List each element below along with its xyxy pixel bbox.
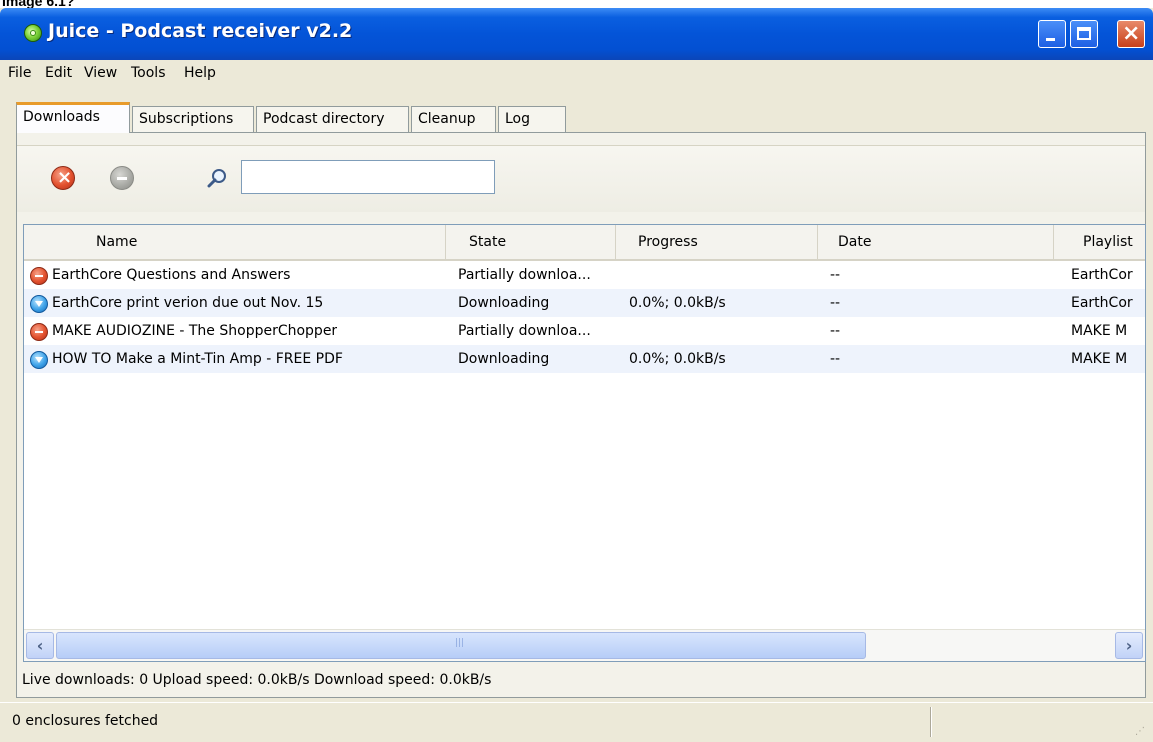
table-row[interactable]: HOW TO Make a Mint-Tin Amp - FREE PDF Do…	[24, 345, 1145, 373]
image-caption: Image 6.1?	[0, 0, 1153, 8]
horizontal-scrollbar[interactable]: ‹ ›	[24, 629, 1145, 661]
chevron-right-icon: ›	[1125, 636, 1133, 655]
menu-bar: File Edit View Tools Help	[0, 60, 1153, 88]
row-name: MAKE AUDIOZINE - The ShopperChopper	[52, 323, 338, 339]
menu-tools[interactable]: Tools	[131, 65, 166, 81]
row-playlist: EarthCor	[1071, 295, 1133, 311]
status-bar: 0 enclosures fetched ⋰	[0, 702, 1153, 742]
status-bar-text: 0 enclosures fetched	[12, 713, 159, 729]
scroll-right-button[interactable]: ›	[1115, 632, 1143, 659]
maximize-icon	[1077, 27, 1091, 40]
search-icon	[207, 169, 226, 188]
column-header-date[interactable]: Date	[818, 225, 1054, 259]
close-icon: ×	[1122, 21, 1141, 46]
maximize-button[interactable]	[1070, 20, 1098, 48]
row-playlist: EarthCor	[1071, 267, 1133, 283]
juice-app-icon	[24, 24, 42, 42]
tab-cleanup[interactable]: Cleanup	[411, 106, 496, 132]
table-row[interactable]: EarthCore Questions and Answers Partiall…	[24, 261, 1145, 289]
row-state: Partially downloa...	[458, 267, 591, 283]
scroll-left-button[interactable]: ‹	[26, 632, 54, 659]
transfer-status: Live downloads: 0 Upload speed: 0.0kB/s …	[22, 672, 492, 688]
row-state: Downloading	[458, 295, 550, 311]
downloads-table: Name State Progress Date Playlist EarthC…	[23, 224, 1146, 662]
row-date: --	[830, 323, 841, 339]
column-header-progress[interactable]: Progress	[616, 225, 818, 259]
chevron-left-icon: ‹	[36, 636, 44, 655]
resize-grip-icon[interactable]: ⋰	[1135, 726, 1149, 740]
minimize-button[interactable]	[1038, 20, 1066, 48]
minimize-icon	[1046, 38, 1055, 41]
menu-view[interactable]: View	[84, 65, 117, 81]
row-name: EarthCore Questions and Answers	[52, 267, 291, 283]
row-progress: 0.0%; 0.0kB/s	[629, 351, 726, 367]
tab-subscriptions[interactable]: Subscriptions	[132, 106, 254, 132]
status-bar-divider	[930, 707, 932, 737]
menu-file[interactable]: File	[8, 65, 31, 81]
row-name: HOW TO Make a Mint-Tin Amp - FREE PDF	[52, 351, 343, 367]
stop-icon	[30, 267, 48, 285]
scrollbar-thumb[interactable]	[56, 632, 866, 659]
column-header-state[interactable]: State	[446, 225, 616, 259]
row-playlist: MAKE M	[1071, 323, 1128, 339]
row-playlist: MAKE M	[1071, 351, 1128, 367]
row-state: Partially downloa...	[458, 323, 591, 339]
stop-icon	[30, 323, 48, 341]
table-row[interactable]: MAKE AUDIOZINE - The ShopperChopper Part…	[24, 317, 1145, 345]
panel-toolbar	[17, 145, 1145, 212]
row-state: Downloading	[458, 351, 550, 367]
download-icon	[30, 295, 48, 313]
download-icon	[30, 351, 48, 369]
tab-podcast-directory[interactable]: Podcast directory	[256, 106, 409, 132]
remove-download-button[interactable]	[110, 166, 134, 190]
row-name: EarthCore print verion due out Nov. 15	[52, 295, 324, 311]
row-date: --	[830, 267, 841, 283]
row-date: --	[830, 295, 841, 311]
menu-help[interactable]: Help	[184, 65, 216, 81]
table-row[interactable]: EarthCore print verion due out Nov. 15 D…	[24, 289, 1145, 317]
title-bar[interactable]: Juice - Podcast receiver v2.2 ×	[0, 8, 1153, 60]
cancel-download-button[interactable]	[51, 166, 75, 190]
tab-downloads[interactable]: Downloads	[16, 102, 130, 133]
table-header: Name State Progress Date Playlist	[24, 225, 1145, 261]
search-input[interactable]	[241, 160, 495, 194]
window-title: Juice - Podcast receiver v2.2	[48, 20, 353, 42]
row-progress: 0.0%; 0.0kB/s	[629, 295, 726, 311]
tab-log[interactable]: Log	[498, 106, 566, 132]
column-header-name[interactable]: Name	[24, 225, 446, 259]
row-date: --	[830, 351, 841, 367]
app-window: Juice - Podcast receiver v2.2 × File Edi…	[0, 8, 1153, 742]
column-header-playlist[interactable]: Playlist	[1054, 225, 1145, 259]
close-button[interactable]: ×	[1117, 20, 1145, 48]
menu-edit[interactable]: Edit	[45, 65, 72, 81]
